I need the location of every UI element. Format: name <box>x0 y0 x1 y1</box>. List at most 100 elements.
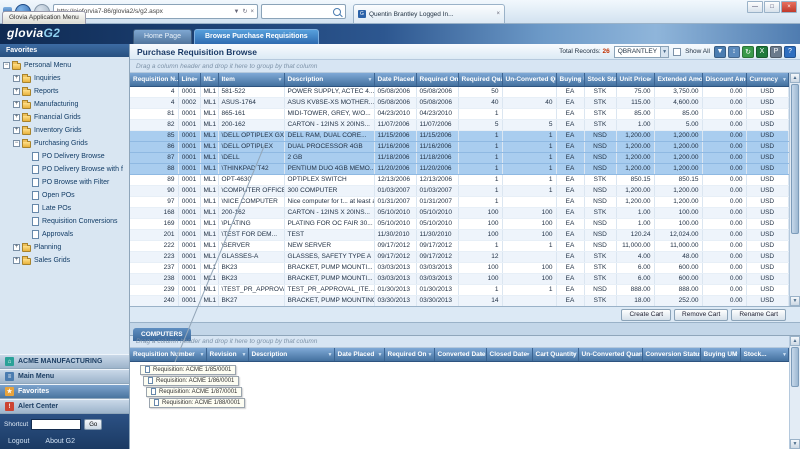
filter-funnel-icon[interactable]: ▼ <box>410 77 415 83</box>
table-row[interactable]: 850001ML1\DELL OPTIPLEX GX620DELL RAM, D… <box>130 130 789 141</box>
table-row[interactable]: 810001ML1865-161MIDI-TOWER, GREY, W/O...… <box>130 108 789 119</box>
column-header-extended-amount[interactable]: Extended Amount▼ <box>654 73 702 86</box>
tree-item-po-browse-with-filter[interactable]: PO Browse with Filter <box>0 176 129 189</box>
filter-funnel-icon[interactable]: ▼ <box>578 77 583 83</box>
filter-funnel-icon[interactable]: ▼ <box>378 352 383 358</box>
table-row[interactable]: 2370001ML1BK23BRACKET, PUMP MOUNTI...03/… <box>130 262 789 273</box>
column-header-required-on[interactable]: Required On▼ <box>416 73 458 86</box>
expand-icon[interactable]: + <box>13 75 20 82</box>
tree-item-po-delivery-browse[interactable]: PO Delivery Browse <box>0 150 129 163</box>
column-header-cart-quantity[interactable]: Cart Quantity▼ <box>532 348 578 361</box>
table-row[interactable]: 2230001ML1GLASSES-AGLASSES, SAFETY TYPE … <box>130 251 789 262</box>
app-menu-tab[interactable]: Glovia Application Menu <box>2 11 86 24</box>
filter-funnel-icon[interactable]: ▼ <box>550 77 555 83</box>
filter-funnel-icon[interactable]: ▼ <box>694 352 699 358</box>
logout-link[interactable]: Logout <box>8 438 29 445</box>
tree-item-inquiries[interactable]: +Inquiries <box>0 72 129 85</box>
filter-funnel-icon[interactable]: ▼ <box>734 352 739 358</box>
tree-item-po-delivery-browse-with-f[interactable]: PO Delivery Browse with f <box>0 163 129 176</box>
column-header-converted-date[interactable]: Converted Date▼ <box>434 348 486 361</box>
export-excel-icon[interactable]: X <box>756 46 768 58</box>
filter-funnel-icon[interactable]: ▼ <box>200 352 205 358</box>
filter-funnel-icon[interactable]: ▼ <box>242 352 247 358</box>
table-row[interactable]: 40001ML1581-522POWER SUPPLY, ACTEC 4...0… <box>130 86 789 97</box>
shortcut-input[interactable] <box>31 419 81 430</box>
go-button[interactable]: Go <box>84 419 102 430</box>
table-row[interactable]: 2380001ML1BK23BRACKET, PUMP MOUNTI...03/… <box>130 273 789 284</box>
remove-cart-button[interactable]: Remove Cart <box>674 309 728 321</box>
table-row[interactable]: 40002ML1ASUS-1764ASUS KV8SE-XS MOTHER...… <box>130 97 789 108</box>
filter-funnel-icon[interactable]: ▼ <box>572 352 577 358</box>
filter-icon[interactable]: ▼ <box>714 46 726 58</box>
sidebar-section-main-menu[interactable]: ≡Main Menu <box>0 369 129 384</box>
column-header-required-on[interactable]: Required On▼ <box>384 348 434 361</box>
filter-funnel-icon[interactable]: ▼ <box>636 352 641 358</box>
filter-funnel-icon[interactable]: ▼ <box>428 352 433 358</box>
filter-funnel-icon[interactable]: ▼ <box>212 77 217 83</box>
collapse-icon[interactable]: − <box>13 140 20 147</box>
tree-item-requisition-conversions[interactable]: Requisition Conversions <box>0 215 129 228</box>
stop-icon[interactable]: × <box>250 9 254 15</box>
column-header-currency[interactable]: Currency▼ <box>746 73 789 86</box>
column-header-line[interactable]: Line▼ <box>178 73 200 86</box>
table-row[interactable]: 880001ML1\THINKPAD T42PENTIUM DUO 4GB ME… <box>130 163 789 174</box>
expand-icon[interactable]: + <box>13 244 20 251</box>
table-row[interactable]: 1690001ML1\PLATINGPLATING FOR OC FAIR 30… <box>130 218 789 229</box>
create-cart-button[interactable]: Create Cart <box>621 309 671 321</box>
column-header-closed-date[interactable]: Closed Date▼ <box>486 348 532 361</box>
sidebar-section-acme-manufacturing[interactable]: ⌂ACME MANUFACTURING <box>0 354 129 369</box>
filter-funnel-icon[interactable]: ▼ <box>452 77 457 83</box>
table-row[interactable]: 900001ML1\COMPUTER OFFICE300 COMPUTER01/… <box>130 185 789 196</box>
filter-funnel-icon[interactable]: ▼ <box>368 77 373 83</box>
filter-funnel-icon[interactable]: ▼ <box>172 77 177 83</box>
table-row[interactable]: 2400001ML1BK27BRACKET, PUMP MOUNTING03/3… <box>130 295 789 306</box>
tree-item-planning[interactable]: +Planning <box>0 241 129 254</box>
column-header-date-placed[interactable]: Date Placed▼ <box>334 348 384 361</box>
help-icon[interactable]: ? <box>784 46 796 58</box>
column-header-stock-status[interactable]: Stock Status▼ <box>584 73 616 86</box>
column-header-buying-um[interactable]: Buying UM▼ <box>700 348 740 361</box>
filter-funnel-icon[interactable]: ▼ <box>496 77 501 83</box>
table-row[interactable]: 870001ML1\DELL2 GB11/18/200611/18/200611… <box>130 152 789 163</box>
group-by-bar[interactable]: Drag a column header and drop it here to… <box>130 60 800 73</box>
about-link[interactable]: About G2 <box>45 438 75 445</box>
column-header-un-converted-quantity[interactable]: Un-Converted Quantity▼ <box>502 73 556 86</box>
filter-funnel-icon[interactable]: ▼ <box>328 352 333 358</box>
scroll-thumb[interactable] <box>791 347 799 387</box>
column-header-required-quantity[interactable]: Required Quantity▼ <box>458 73 502 86</box>
browser-tab[interactable]: G Quentin Brantley Logged In... × <box>353 4 505 23</box>
column-header-stock[interactable]: Stock...▼ <box>740 348 789 361</box>
column-header-date-placed[interactable]: Date Placed▼ <box>374 73 416 86</box>
sort-icon[interactable]: ↕ <box>728 46 740 58</box>
tree-item-open-pos[interactable]: Open POs <box>0 189 129 202</box>
user-select[interactable]: QBRANTLEY▼ <box>614 46 669 58</box>
close-button[interactable]: × <box>781 1 797 13</box>
column-header-ml[interactable]: ML▼ <box>200 73 218 86</box>
table-row[interactable]: 2010001ML1\TEST FOR DEM...TEST11/30/2010… <box>130 229 789 240</box>
filter-funnel-icon[interactable]: ▼ <box>610 77 615 83</box>
column-header-conversion-status[interactable]: Conversion Status▼ <box>642 348 700 361</box>
table-row[interactable]: 970001ML1\NICE COMPUTERNice computer for… <box>130 196 789 207</box>
tree-item-late-pos[interactable]: Late POs <box>0 202 129 215</box>
filter-funnel-icon[interactable]: ▼ <box>696 77 701 83</box>
table-row[interactable]: 2390001ML1\TEST_PR_APPROVALTEST_PR_APPRO… <box>130 284 789 295</box>
scroll-up-icon[interactable]: ▲ <box>790 336 800 346</box>
column-header-discount-amount[interactable]: Discount Amount▼ <box>702 73 746 86</box>
sidebar-section-favorites[interactable]: ★Favorites <box>0 384 129 399</box>
grid-scrollbar[interactable]: ▲ ▼ <box>789 73 800 306</box>
tab-home-page[interactable]: Home Page <box>133 29 192 44</box>
column-header-requisition-number[interactable]: Requisition Number▼ <box>130 348 206 361</box>
sidebar-section-alert-center[interactable]: !Alert Center <box>0 399 129 414</box>
scroll-up-icon[interactable]: ▲ <box>790 73 800 83</box>
computers-group-by-bar[interactable]: Drag a column header and drop it here to… <box>130 336 800 348</box>
expand-icon[interactable]: + <box>13 127 20 134</box>
tree-item-sales-grids[interactable]: +Sales Grids <box>0 254 129 267</box>
filter-funnel-icon[interactable]: ▼ <box>782 77 787 83</box>
table-row[interactable]: 820001ML1200-162CARTON - 12INS X 20INS..… <box>130 119 789 130</box>
expand-icon[interactable]: + <box>13 101 20 108</box>
column-header-buying-um[interactable]: Buying UM▼ <box>556 73 584 86</box>
expand-icon[interactable]: + <box>13 257 20 264</box>
minimize-button[interactable]: — <box>747 1 763 13</box>
table-row[interactable]: 2220001ML1\SERVERNEW SERVER09/17/201209/… <box>130 240 789 251</box>
table-row[interactable]: 1680001ML1200-162CARTON - 12INS X 20INS.… <box>130 207 789 218</box>
